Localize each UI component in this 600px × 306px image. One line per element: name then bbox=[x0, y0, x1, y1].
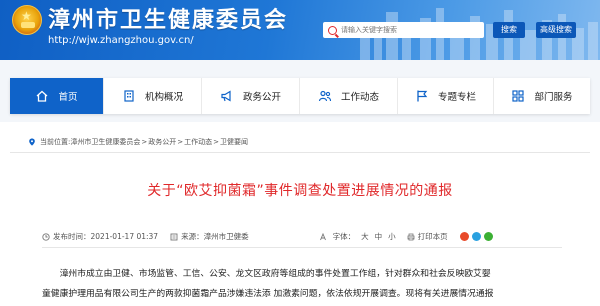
megaphone-icon bbox=[220, 89, 234, 103]
nav-item-organization[interactable]: 机构概况 bbox=[104, 78, 202, 114]
article-title: 关于“欧艾抑菌霜”事件调查处置进展情况的通报 bbox=[147, 183, 453, 199]
breadcrumb-separator: > bbox=[177, 138, 184, 146]
nav-item-department-services[interactable]: 部门服务 bbox=[494, 78, 590, 114]
clock-icon bbox=[42, 232, 50, 241]
weibo-share-icon[interactable] bbox=[459, 232, 469, 241]
divider bbox=[10, 152, 590, 153]
divider bbox=[42, 247, 562, 248]
location-pin-icon bbox=[29, 138, 35, 146]
source-icon bbox=[170, 233, 178, 240]
font-size-large[interactable]: 大 bbox=[361, 231, 369, 242]
share-bar bbox=[459, 232, 496, 241]
home-icon bbox=[35, 89, 49, 103]
article-meta: 发布时间：2021-01-17 01:37 来源：漳州市卫健委 字体： 大 中 … bbox=[42, 231, 562, 242]
search-box bbox=[323, 22, 484, 38]
grid-icon bbox=[511, 89, 525, 103]
qzone-share-icon[interactable] bbox=[471, 232, 481, 241]
breadcrumb-separator: > bbox=[213, 138, 219, 146]
search-input[interactable] bbox=[341, 23, 471, 37]
flag-icon bbox=[415, 89, 429, 103]
nav-item-special-topics[interactable]: 专题专栏 bbox=[398, 78, 494, 114]
breadcrumb-separator: > bbox=[141, 138, 148, 146]
site-title: 漳州市卫生健康委员会 bbox=[48, 7, 289, 33]
font-size-small[interactable]: 小 bbox=[388, 231, 396, 242]
nav-item-work-news[interactable]: 工作动态 bbox=[300, 78, 398, 114]
nav-item-label: 政务公开 bbox=[242, 92, 281, 103]
article-body: 漳州市成立由卫健、市场监管、工信、公安、龙文区政府等组成的事件处置工作组，针对群… bbox=[42, 264, 562, 304]
breadcrumb-link[interactable]: 卫健要闻 bbox=[220, 137, 248, 147]
font-size-switcher: 字体： 大 中 小 bbox=[319, 231, 399, 242]
print-label: 打印本页 bbox=[417, 232, 448, 241]
nav-item-government-affairs[interactable]: 政务公开 bbox=[202, 78, 300, 114]
advanced-search-button[interactable]: 高级搜索 bbox=[536, 22, 576, 38]
breadcrumb-label: 当前位置: bbox=[40, 138, 71, 146]
site-header: ★ 漳州市卫生健康委员会 http://wjw.zhangzhou.gov.cn… bbox=[0, 0, 600, 60]
search-button[interactable]: 搜索 bbox=[493, 22, 525, 38]
article-paragraph-line: 漳州市成立由卫健、市场监管、工信、公安、龙文区政府等组成的事件处置工作组，针对群… bbox=[59, 269, 491, 279]
main-nav: 首页 机构概况 政务公开 工作动态 专题专栏 部门服务 bbox=[10, 78, 590, 114]
people-icon bbox=[318, 89, 332, 103]
nav-item-label: 机构概况 bbox=[144, 92, 183, 103]
font-size-medium[interactable]: 中 bbox=[375, 231, 383, 242]
building-icon bbox=[122, 89, 136, 103]
breadcrumb-link[interactable]: 漳州市卫生健康委员会 bbox=[70, 137, 140, 147]
nav-item-label: 首页 bbox=[58, 92, 78, 103]
article-paragraph-line: 童健康护理用品有限公司生产的两款抑菌霜产品涉嫌违法添 加激素问题，依法依规开展调… bbox=[42, 289, 494, 299]
nav-item-label: 部门服务 bbox=[534, 92, 573, 103]
nav-item-home[interactable]: 首页 bbox=[10, 78, 104, 114]
print-link[interactable]: 打印本页 bbox=[407, 231, 448, 242]
search-icon bbox=[328, 25, 337, 35]
site-url: http://wjw.zhangzhou.gov.cn/ bbox=[48, 35, 194, 46]
breadcrumb-link[interactable]: 工作动态 bbox=[184, 137, 212, 147]
font-size-label: 字体： bbox=[332, 232, 356, 241]
article-source: 来源：漳州市卫健委 bbox=[181, 232, 249, 241]
nav-item-label: 工作动态 bbox=[340, 92, 379, 103]
publish-date: 发布时间：2021-01-17 01:37 bbox=[53, 232, 159, 241]
breadcrumb-link[interactable]: 政务公开 bbox=[148, 137, 176, 147]
nav-item-label: 专题专栏 bbox=[437, 92, 476, 103]
breadcrumb: 当前位置: 漳州市卫生健康委员会 > 政务公开 > 工作动态 > 卫健要闻 bbox=[28, 137, 248, 147]
wechat-share-icon[interactable] bbox=[483, 232, 493, 241]
font-icon bbox=[319, 232, 326, 240]
national-emblem-logo: ★ bbox=[12, 5, 42, 35]
printer-icon bbox=[407, 233, 414, 240]
